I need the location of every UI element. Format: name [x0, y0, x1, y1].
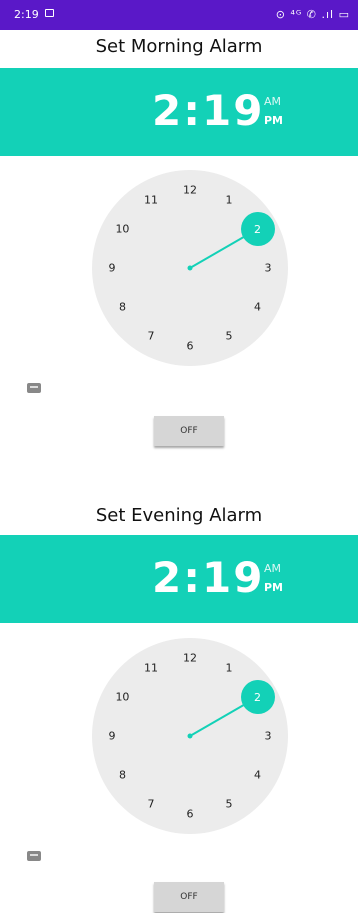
clock-selected-hour[interactable]: 2	[240, 680, 275, 714]
clock-number-6[interactable]: 6	[187, 808, 194, 821]
clock-number-8[interactable]: 8	[119, 301, 126, 314]
clock-number-12[interactable]: 12	[183, 184, 197, 197]
evening-time-display[interactable]: 2:19	[152, 553, 264, 602]
evening-toggle-button[interactable]: OFF	[154, 882, 224, 912]
morning-clock-dial[interactable]: 12 1 2 3 4 5 6 7 8 9 10 11	[92, 170, 288, 366]
evening-pm-toggle[interactable]: PM	[264, 581, 283, 594]
keyboard-icon[interactable]	[27, 383, 41, 393]
morning-am-toggle[interactable]: AM	[264, 95, 281, 108]
clock-number-10[interactable]: 10	[115, 223, 129, 236]
status-bar: 2:19 ⊙ ⁴ᴳ ✆ .ıl ▭	[0, 0, 358, 30]
clock-number-10[interactable]: 10	[115, 691, 129, 704]
evening-time-header: 2:19 AM PM	[0, 535, 358, 623]
morning-time-header: 2:19 AM PM	[0, 68, 358, 156]
clock-number-5[interactable]: 5	[226, 797, 233, 810]
notification-icon	[45, 9, 54, 17]
clock-hand	[189, 704, 245, 737]
clock-number-11[interactable]: 11	[144, 194, 158, 207]
clock-number-12[interactable]: 12	[183, 652, 197, 665]
clock-number-9[interactable]: 9	[109, 730, 116, 743]
morning-time-display[interactable]: 2:19	[152, 86, 264, 135]
keyboard-icon[interactable]	[27, 851, 41, 861]
clock-number-11[interactable]: 11	[144, 662, 158, 675]
clock-number-4[interactable]: 4	[254, 769, 261, 782]
clock-number-5[interactable]: 5	[226, 329, 233, 342]
clock-number-9[interactable]: 9	[109, 262, 116, 275]
morning-title: Set Morning Alarm	[95, 36, 263, 57]
clock-selected-hour[interactable]: 2	[240, 212, 275, 246]
morning-toggle-button[interactable]: OFF	[154, 416, 224, 446]
clock-number-8[interactable]: 8	[119, 769, 126, 782]
clock-number-1[interactable]: 1	[226, 194, 233, 207]
morning-pm-toggle[interactable]: PM	[264, 114, 283, 127]
evening-title: Set Evening Alarm	[95, 505, 263, 526]
clock-hand	[189, 236, 245, 269]
status-icons: ⊙ ⁴ᴳ ✆ .ıl ▭	[275, 8, 350, 21]
clock-number-6[interactable]: 6	[187, 340, 194, 353]
status-time: 2:19	[14, 8, 39, 21]
clock-number-1[interactable]: 1	[226, 662, 233, 675]
clock-number-4[interactable]: 4	[254, 301, 261, 314]
evening-am-toggle[interactable]: AM	[264, 562, 281, 575]
evening-clock-dial[interactable]: 12 1 2 3 4 5 6 7 8 9 10 11	[92, 638, 288, 834]
clock-number-7[interactable]: 7	[148, 329, 155, 342]
clock-number-7[interactable]: 7	[148, 797, 155, 810]
clock-center-dot	[187, 733, 193, 739]
clock-center-dot	[187, 265, 193, 271]
clock-number-3[interactable]: 3	[265, 262, 272, 275]
clock-number-3[interactable]: 3	[265, 730, 272, 743]
